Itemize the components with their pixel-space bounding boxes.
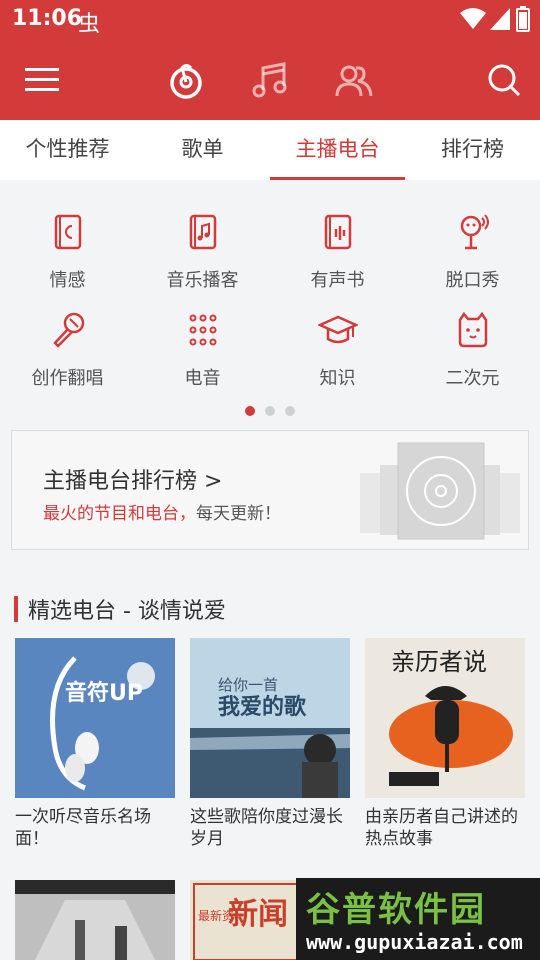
- tab-radio[interactable]: 主播电台: [270, 120, 405, 180]
- category-covers[interactable]: 创作翻唱: [0, 310, 135, 390]
- category-label: 创作翻唱: [31, 368, 104, 389]
- cover-text: 新闻: [228, 897, 288, 932]
- watermark-url: www.gupuxiazai.com: [306, 930, 523, 954]
- pager-dot[interactable]: [245, 406, 255, 416]
- category-label: 音乐播客: [166, 270, 239, 291]
- radio-card[interactable]: 亲历者说 由亲历者自己讲述的热点故事: [365, 638, 525, 850]
- top-bar: 11:06 虫: [0, 0, 540, 120]
- tab-bar: 个性推荐 歌单 主播电台 排行榜: [0, 120, 540, 180]
- cover-text: 音符UP: [65, 680, 143, 706]
- sea-cover-art: 给你一首 我爱的歌: [190, 638, 350, 798]
- battery-icon: [516, 6, 530, 32]
- moon-book-icon: [54, 214, 81, 250]
- tab-playlists[interactable]: 歌单: [135, 120, 270, 180]
- category-label: 二次元: [445, 368, 500, 389]
- watermark-title: 谷普软件园: [306, 890, 486, 930]
- search-icon: [488, 64, 521, 97]
- station-cover-art: [15, 880, 175, 960]
- my-music-tab[interactable]: [160, 54, 212, 106]
- pager-dot[interactable]: [265, 406, 275, 416]
- radio-caption: 一次听尽音乐名场面！: [15, 807, 151, 849]
- audiobook-icon: [324, 214, 351, 250]
- music-note-icon: [252, 62, 287, 98]
- category-anime[interactable]: 二次元: [405, 310, 540, 390]
- cat-face-icon: [458, 311, 487, 348]
- graduation-cap-icon: [317, 315, 358, 344]
- site-watermark: 谷普软件园 www.gupuxiazai.com: [296, 878, 540, 960]
- status-time: 11:06: [12, 6, 83, 31]
- pager-dot[interactable]: [285, 406, 295, 416]
- friends-icon: [335, 65, 373, 97]
- music-book-icon: [189, 214, 216, 250]
- cover-text-top: 给你一首: [218, 676, 278, 694]
- radio-card[interactable]: [15, 880, 175, 960]
- ranking-card-subtitle: 最火的节目和电台，每天更新！: [43, 499, 281, 524]
- pager-dots: [0, 406, 540, 416]
- ranking-subtitle-rest: 每天更新！: [196, 504, 281, 524]
- category-label: 有声书: [310, 270, 365, 291]
- status-bar: 11:06 虫: [0, 0, 540, 40]
- cover-text-main: 我爱的歌: [218, 694, 307, 720]
- cover-text: 亲历者说: [391, 648, 487, 676]
- section-title: 精选电台 - 谈情说爱: [28, 599, 226, 624]
- tab-recommend[interactable]: 个性推荐: [0, 120, 135, 180]
- category-label: 电音: [184, 368, 221, 389]
- microphone-icon: [52, 312, 84, 348]
- radio-cover: 给你一首 我爱的歌: [190, 638, 350, 798]
- radio-card[interactable]: 音符UP 一次听尽音乐名场面！: [15, 638, 175, 850]
- section-accent-bar: [14, 596, 18, 622]
- radio-caption: 这些歌陪你度过漫长岁月: [190, 807, 343, 849]
- ranking-card-title: 主播电台排行榜 >: [43, 469, 223, 494]
- radio-ranking-card[interactable]: 主播电台排行榜 > 最火的节目和电台，每天更新！: [11, 430, 529, 550]
- dots-grid-icon: [189, 314, 216, 346]
- category-label: 脱口秀: [445, 270, 500, 291]
- category-knowledge[interactable]: 知识: [270, 310, 405, 390]
- category-talk-show[interactable]: 脱口秀: [405, 212, 540, 292]
- category-label: 知识: [319, 368, 356, 389]
- category-music-podcast[interactable]: 音乐播客: [135, 212, 270, 292]
- category-electronic[interactable]: 电音: [135, 310, 270, 390]
- signal-icon: [490, 8, 510, 30]
- category-audiobook[interactable]: 有声书: [270, 212, 405, 292]
- menu-icon: [25, 68, 59, 91]
- radio-cover: 亲历者说: [365, 638, 525, 798]
- discover-music-tab[interactable]: [244, 54, 296, 106]
- app-bar: [0, 40, 540, 120]
- talkshow-mic-icon: [460, 214, 489, 250]
- search-button[interactable]: [478, 54, 530, 106]
- netease-music-icon: [170, 64, 202, 99]
- radio-caption: 由亲历者自己讲述的热点故事: [365, 807, 518, 849]
- radio-card[interactable]: 给你一首 我爱的歌 这些歌陪你度过漫长岁月: [190, 638, 350, 850]
- menu-button[interactable]: [16, 54, 68, 106]
- earphones-cover-art: 音符UP: [15, 638, 175, 798]
- category-emotion[interactable]: 情感: [0, 212, 135, 292]
- radio-cover: 音符UP: [15, 638, 175, 798]
- section-header: 精选电台 - 谈情说爱: [14, 594, 226, 624]
- bug-notification-icon: 虫: [78, 12, 101, 37]
- vinyl-stack-illustration: [360, 442, 520, 540]
- microphone-cover-art: 亲历者说: [365, 638, 525, 798]
- category-label: 情感: [49, 270, 86, 291]
- ranking-highlight-text: 最火的节目和电台，: [43, 504, 196, 524]
- wifi-icon: [460, 8, 486, 29]
- friends-tab[interactable]: [328, 54, 380, 106]
- tab-charts[interactable]: 排行榜: [405, 120, 540, 180]
